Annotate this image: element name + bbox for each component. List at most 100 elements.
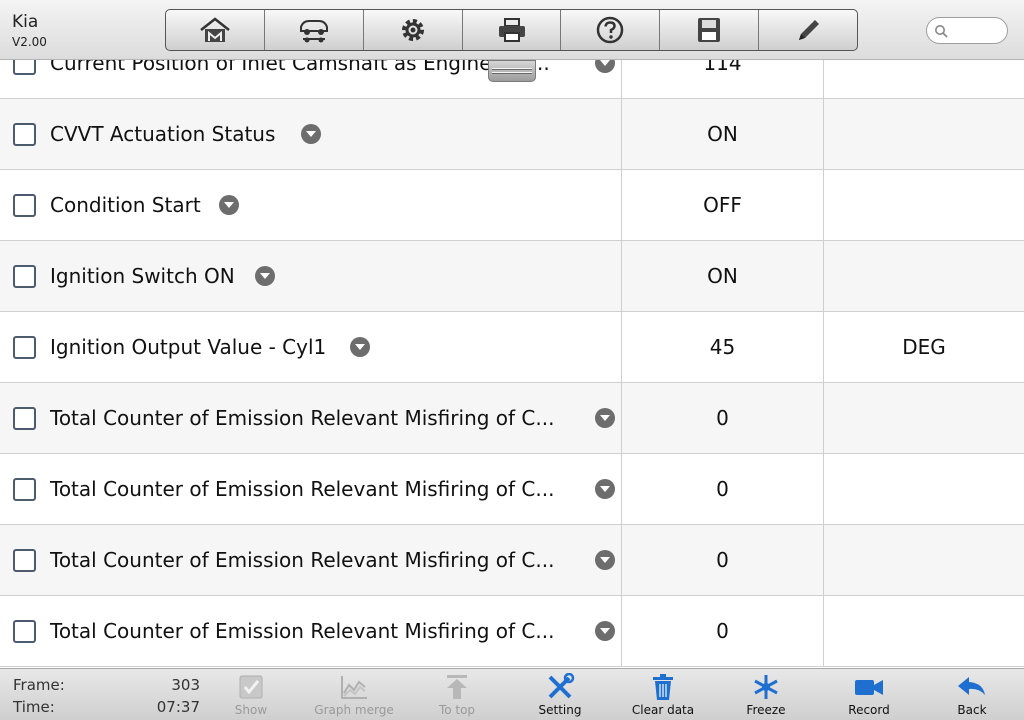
search-icon [935,25,948,38]
to-top-icon [447,675,467,699]
table-row[interactable]: Ignition Output Value - Cyl1 45 DEG [0,312,1024,383]
save-button[interactable] [660,10,760,50]
print-icon [498,18,525,42]
param-unit [824,99,1024,169]
time-value: 07:37 [156,698,200,716]
snowflake-icon [754,675,778,699]
param-unit [824,596,1024,666]
table-row[interactable]: Total Counter of Emission Relevant Misfi… [0,525,1024,596]
param-name-cell: Total Counter of Emission Relevant Misfi… [0,596,622,666]
param-name: CVVT Actuation Status [50,122,276,146]
param-unit [824,383,1024,453]
record-label: Record [848,703,890,717]
param-name: Ignition Switch ON [50,264,235,288]
vehicle-brand: Kia [12,12,39,32]
freeze-button[interactable]: Freeze [721,673,811,719]
back-label: Back [957,703,987,717]
param-name-cell: Ignition Switch ON [0,241,622,311]
to-top-label: To top [438,703,476,717]
row-checkbox[interactable] [13,123,36,146]
vehicle-button[interactable] [265,10,364,50]
row-checkbox[interactable] [13,620,36,643]
param-name: Total Counter of Emission Relevant Misfi… [50,477,555,501]
row-checkbox[interactable] [13,336,36,359]
frame-info: Frame: 303 Time: 07:37 [13,676,203,720]
video-camera-icon [855,680,883,695]
setting-button[interactable]: Setting [515,673,605,719]
vehicle-icon [299,20,328,43]
time-label: Time: [13,698,55,716]
table-row[interactable]: Total Counter of Emission Relevant Misfi… [0,454,1024,525]
handle-line [492,68,532,70]
edit-icon [799,20,820,40]
param-value: 0 [622,383,824,453]
param-unit [824,525,1024,595]
dropdown-arrow-icon[interactable] [350,337,370,357]
dropdown-arrow-icon[interactable] [301,124,321,144]
clear-data-button[interactable]: Clear data [618,673,708,719]
dropdown-arrow-icon[interactable] [595,621,615,641]
settings-button[interactable] [364,10,463,50]
dropdown-arrow-icon[interactable] [595,408,615,428]
row-checkbox[interactable] [13,265,36,288]
table-row[interactable]: Condition Start OFF [0,170,1024,241]
help-icon [597,16,624,44]
param-name-cell: Total Counter of Emission Relevant Misfi… [0,454,622,524]
param-name: Total Counter of Emission Relevant Misfi… [50,406,555,430]
top-header: Kia V2.00 [0,0,1024,60]
param-unit: DEG [902,335,946,359]
dropdown-arrow-icon[interactable] [219,195,239,215]
param-value: ON [622,99,824,169]
help-button[interactable] [561,10,661,50]
print-button[interactable] [463,10,562,50]
table-row[interactable]: Ignition Switch ON ON [0,241,1024,312]
search-input[interactable] [953,21,1003,40]
param-value: OFF [622,170,824,240]
graph-merge-button[interactable]: Graph merge [309,673,399,719]
dropdown-arrow-icon[interactable] [255,266,275,286]
save-icon [698,18,721,42]
row-checkbox[interactable] [13,194,36,217]
param-unit [824,241,1024,311]
row-checkbox[interactable] [13,478,36,501]
param-value: ON [622,241,824,311]
frame-value: 303 [171,676,200,694]
row-checkbox[interactable] [13,407,36,430]
clear-data-label: Clear data [631,703,695,717]
param-name: Total Counter of Emission Relevant Misfi… [50,548,555,572]
setting-label: Setting [538,703,582,717]
to-top-button[interactable]: To top [412,673,502,719]
back-button[interactable]: Back [927,673,1017,719]
param-value: 0 [622,454,824,524]
record-button[interactable]: Record [824,673,914,719]
table-row[interactable]: CVVT Actuation Status ON [0,99,1024,170]
search-box[interactable] [926,17,1008,44]
show-check-icon [239,675,263,699]
app-window: Current Position of Inlet Camshaft as En… [0,0,1024,720]
handle-line [492,72,532,74]
settings-icon [401,19,424,41]
graph-merge-icon [341,676,367,699]
home-button[interactable] [166,10,265,50]
main-toolbar [165,9,858,51]
param-name: Total Counter of Emission Relevant Misfi… [50,619,555,643]
param-name: Ignition Output Value - Cyl1 [50,335,327,359]
param-name-cell: Condition Start [0,170,622,240]
drag-handle[interactable] [488,60,536,82]
show-label: Show [234,703,268,717]
param-value: 0 [622,525,824,595]
param-name-cell: Total Counter of Emission Relevant Misfi… [0,525,622,595]
data-stream-table[interactable]: Current Position of Inlet Camshaft as En… [0,28,1024,667]
table-row[interactable]: Total Counter of Emission Relevant Misfi… [0,383,1024,454]
table-row[interactable]: Total Counter of Emission Relevant Misfi… [0,596,1024,667]
software-version: V2.00 [12,35,47,49]
edit-button[interactable] [759,10,857,50]
dropdown-arrow-icon[interactable] [595,479,615,499]
bottom-toolbar: Frame: 303 Time: 07:37 Show Graph merge [0,668,1024,720]
dropdown-arrow-icon[interactable] [595,550,615,570]
show-button[interactable]: Show [206,673,296,719]
param-value: 0 [622,596,824,666]
back-arrow-icon [958,677,985,695]
param-name-cell: Total Counter of Emission Relevant Misfi… [0,383,622,453]
row-checkbox[interactable] [13,549,36,572]
